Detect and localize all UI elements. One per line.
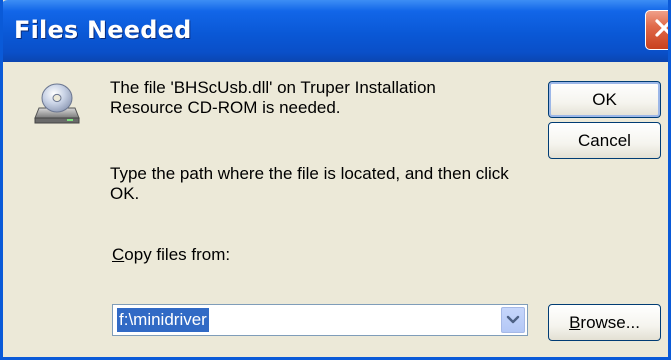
copy-files-from-value[interactable]: f:\minidriver xyxy=(117,308,209,332)
browse-button[interactable]: Browse... xyxy=(548,304,661,341)
cd-drive-icon xyxy=(34,83,80,124)
chevron-down-icon xyxy=(506,315,520,324)
title-bar[interactable]: Files Needed xyxy=(3,0,668,62)
dialog-content: The file 'BHScUsb.dll' on Truper Install… xyxy=(3,62,668,357)
window-title: Files Needed xyxy=(14,16,192,44)
combobox-dropdown-button[interactable] xyxy=(501,307,525,333)
message-file-needed: The file 'BHScUsb.dll' on Truper Install… xyxy=(110,78,436,117)
ok-button[interactable]: OK xyxy=(548,81,661,118)
message-instructions: Type the path where the file is located,… xyxy=(110,164,509,203)
close-button[interactable] xyxy=(645,10,668,50)
cancel-button[interactable]: Cancel xyxy=(548,122,661,159)
copy-files-from-combobox[interactable]: f:\minidriver xyxy=(112,304,528,336)
files-needed-dialog: Files Needed The file 'BHScUsb.dll' on T… xyxy=(0,0,671,360)
browse-label: rowse... xyxy=(580,312,640,332)
copy-label-text: opy files from: xyxy=(124,245,231,264)
copy-label-mnemonic: C xyxy=(112,245,125,264)
close-icon xyxy=(655,19,668,37)
copy-files-from-label: Copy files from: xyxy=(112,245,230,265)
browse-mnemonic: B xyxy=(569,312,581,332)
